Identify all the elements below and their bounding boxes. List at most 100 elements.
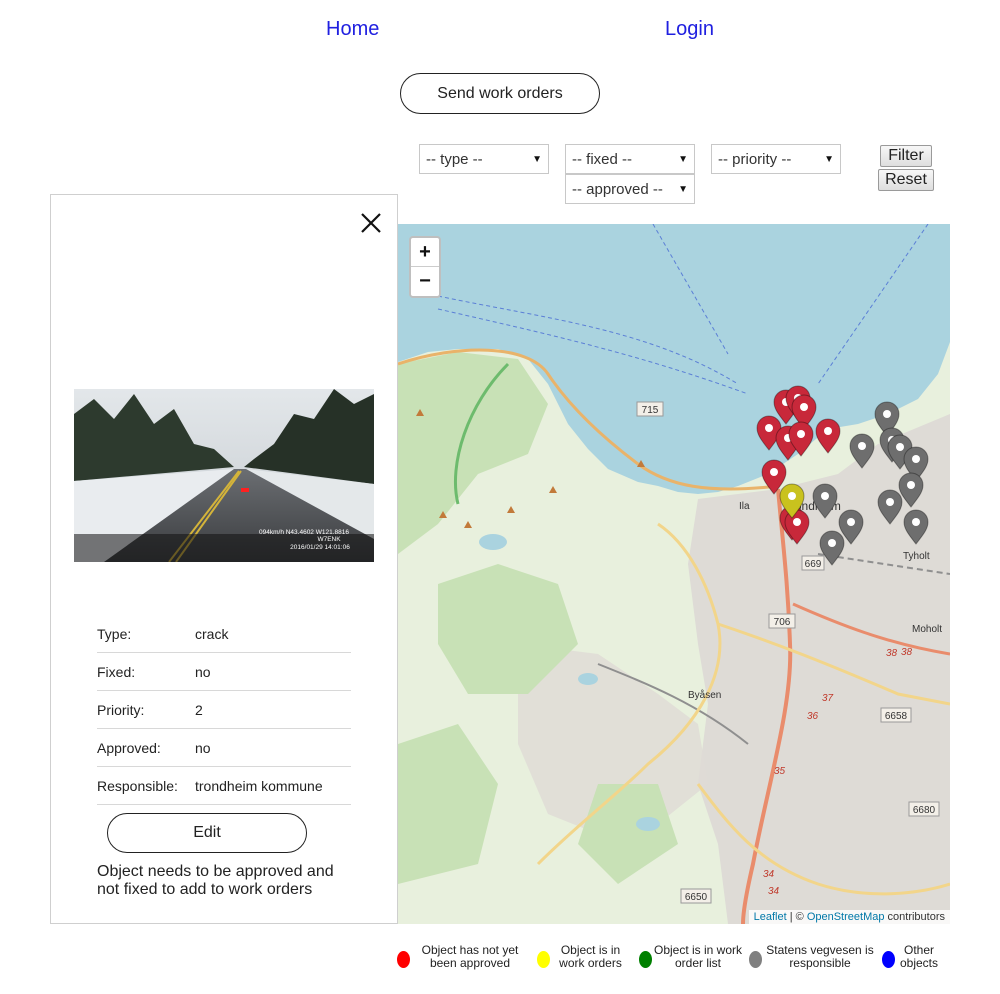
map-marker-dot [886, 498, 894, 506]
detail-label: Fixed: [97, 663, 136, 680]
road-number-38: 38 [901, 647, 913, 658]
chevron-down-icon: ▼ [532, 153, 542, 165]
peak-icon [507, 506, 515, 513]
object-photo: 094km/h N43.4602 W121.8816 W7ENK 2016/01… [74, 389, 374, 562]
map-marker-dot [896, 443, 904, 451]
map-marker[interactable] [815, 418, 841, 454]
road-label-6658: 6658 [885, 711, 908, 722]
osm-link[interactable]: OpenStreetMap [807, 911, 885, 923]
legend-line: work orders [559, 956, 622, 970]
leaflet-link[interactable]: Leaflet [754, 911, 787, 923]
send-work-orders-button[interactable]: Send work orders [400, 73, 600, 114]
forest [578, 784, 678, 884]
priority-select-value: -- priority -- [718, 150, 792, 168]
legend-blue-dot [882, 951, 895, 968]
attribution-separator: | © [786, 911, 807, 923]
place-label-tyholt: Tyholt [903, 551, 930, 562]
edit-button[interactable]: Edit [107, 813, 307, 853]
place-label-moholt: Moholt [912, 624, 942, 635]
forest [398, 724, 498, 884]
map-marker-dot [847, 518, 855, 526]
approved-select-value: -- approved -- [572, 180, 663, 198]
legend-not-approved: Object has not yet been approved [415, 944, 525, 970]
reset-button[interactable]: Reset [878, 169, 934, 191]
legend-yellow-dot [537, 951, 550, 968]
lake [578, 673, 598, 685]
zoom-in-button[interactable]: + [411, 238, 439, 267]
map-marker-dot [821, 492, 829, 500]
chevron-down-icon: ▼ [678, 153, 688, 165]
legend-in-work-orders: Object is in work orders [553, 944, 628, 970]
nav-login-link[interactable]: Login [665, 18, 714, 41]
fixed-select[interactable]: -- fixed -- ▼ [565, 144, 695, 174]
road-number-38: 38 [886, 648, 898, 659]
map-marker-dot [828, 539, 836, 547]
place-label-ila: Ila [739, 501, 750, 512]
legend-red-dot [397, 951, 410, 968]
peak-icon [549, 486, 557, 493]
map-marker-dot [788, 492, 796, 500]
photo-overlay-line1: 094km/h N43.4602 W121.8816 [259, 529, 349, 536]
legend-statens-vegvesen: Statens vegvesen is responsible [763, 944, 877, 970]
close-icon[interactable] [359, 211, 383, 235]
chevron-down-icon: ▼ [678, 183, 688, 195]
legend-other-objects: Other objects [896, 944, 942, 970]
map-attribution: Leaflet | © OpenStreetMap contributors [748, 910, 950, 924]
type-select[interactable]: -- type -- ▼ [419, 144, 549, 174]
legend-gray-dot [749, 951, 762, 968]
map-marker-dot [770, 468, 778, 476]
legend-line: responsible [789, 956, 851, 970]
map-view[interactable]: 715 706 669 6658 6680 6650 38 38 37 36 3… [398, 224, 950, 924]
road-number-35: 35 [774, 766, 786, 777]
approved-select[interactable]: -- approved -- ▼ [565, 174, 695, 204]
legend-line: objects [899, 956, 939, 970]
detail-row-approved: Approved: no [97, 729, 351, 767]
object-details-table: Type: crack Fixed: no Priority: 2 Approv… [97, 615, 351, 805]
map-marker-dot [765, 424, 773, 432]
legend-green-dot [639, 951, 652, 968]
detail-label: Priority: [97, 701, 145, 718]
legend-work-order-list: Object is in work order list [652, 944, 744, 970]
peak-icon [464, 521, 472, 528]
zoom-control: + − [409, 236, 441, 298]
detail-value: 2 [195, 701, 203, 718]
road-label-669: 669 [805, 559, 822, 570]
forest [398, 352, 548, 554]
nav-home-link[interactable]: Home [326, 18, 379, 41]
road-number-34: 34 [768, 886, 780, 897]
object-detail-panel: 094km/h N43.4602 W121.8816 W7ENK 2016/01… [50, 194, 398, 924]
detail-value: no [195, 739, 211, 756]
type-select-value: -- type -- [426, 150, 483, 168]
detail-value: crack [195, 625, 229, 642]
legend-line: order list [674, 956, 721, 970]
map-marker-dot [912, 455, 920, 463]
photo-overlay-line3: 2016/01/29 14:01:06 [290, 544, 350, 551]
map-marker-dot [912, 518, 920, 526]
map-marker-dot [858, 442, 866, 450]
road-label-6650: 6650 [685, 892, 708, 903]
attribution-tail: contributors [884, 911, 945, 923]
map-marker-dot [800, 403, 808, 411]
work-order-note: Object needs to be approved and not fixe… [97, 863, 334, 898]
detail-label: Type: [97, 625, 132, 642]
zoom-out-button[interactable]: − [411, 267, 439, 296]
map-marker-dot [883, 410, 891, 418]
road-label-706: 706 [774, 617, 791, 628]
detail-row-responsible: Responsible: trondheim kommune [97, 767, 351, 805]
detail-row-priority: Priority: 2 [97, 691, 351, 729]
detail-value: trondheim kommune [195, 777, 323, 794]
legend-line: been approved [429, 956, 511, 970]
map-marker-dot [907, 481, 915, 489]
lake [636, 817, 660, 831]
road-label-715: 715 [642, 405, 659, 416]
priority-select[interactable]: -- priority -- ▼ [711, 144, 841, 174]
map-tiles: 715 706 669 6658 6680 6650 38 38 37 36 3… [398, 224, 950, 924]
photo-overlay-line2: W7ENK [317, 536, 341, 543]
place-label-byasen: Byåsen [688, 689, 721, 701]
map-marker-dot [797, 430, 805, 438]
filter-button[interactable]: Filter [880, 145, 932, 167]
detail-label: Responsible: [97, 777, 178, 794]
detail-value: no [195, 663, 211, 680]
fixed-select-value: -- fixed -- [572, 150, 632, 168]
road-number-37: 37 [822, 693, 834, 704]
